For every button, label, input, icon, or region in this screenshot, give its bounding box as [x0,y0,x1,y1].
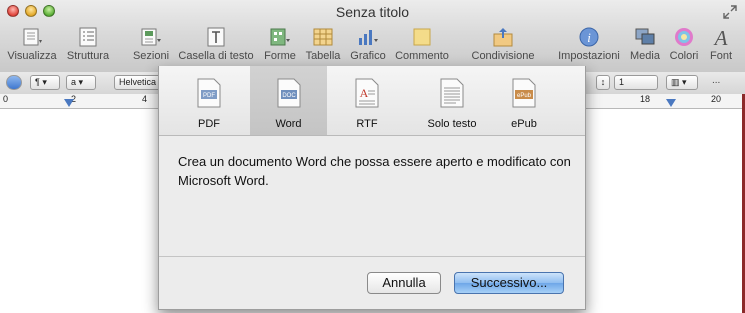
shapes-icon [270,28,290,46]
format-plain-text[interactable]: Solo testo [407,66,497,135]
next-button[interactable]: Successivo... [454,272,564,294]
word-document-icon: DOC [277,78,300,108]
more-format-button[interactable]: ... [712,75,720,86]
svg-text:i: i [587,30,591,45]
window-title: Senza titolo [335,4,410,20]
textbox-icon [207,27,225,47]
toolbar-share-button[interactable]: Condivisione [470,26,536,62]
toolbar-outline-button[interactable]: Struttura [64,26,112,62]
table-icon [313,28,333,46]
format-rtf[interactable]: A RTF [327,66,407,135]
title-bar: Senza titolo Visualizza Struttura Sezion… [0,0,745,73]
comment-icon [413,28,431,46]
line-spacing-icon[interactable]: ↕ [596,75,610,90]
sheet-divider [159,256,585,257]
toolbar-fonts-button[interactable]: A Font [706,26,736,62]
toolbar-table-button[interactable]: Tabella [304,26,342,62]
outline-icon [79,27,97,47]
paragraph-style-popup[interactable]: ¶ ▾ [30,75,60,90]
toolbar-chart-button[interactable]: Grafico [348,26,388,62]
svg-text:DOC: DOC [282,93,296,99]
toolbar-colors-button[interactable]: Colori [668,26,700,62]
rtf-document-icon: A [355,78,379,108]
epub-document-icon: ePub [512,78,536,108]
columns-popup[interactable]: ▥ ▾ [666,75,698,90]
info-icon: i [579,27,599,47]
toolbar-shapes-button[interactable]: Forme [262,26,298,62]
character-style-popup[interactable]: a ▾ [66,75,96,90]
pdf-document-icon: PDF [197,78,221,108]
export-format-selector: PDF PDF DOC Word A RTF Solo testo ePub e… [159,66,585,136]
toolbar-textbox-button[interactable]: Casella di testo [176,26,256,62]
format-description: Crea un documento Word che possa essere … [178,154,571,188]
toolbar-comment-button[interactable]: Commento [394,26,450,62]
plain-text-document-icon [440,78,464,108]
toolbar-sections-button[interactable]: Sezioni [130,26,172,62]
svg-text:PDF: PDF [203,93,215,99]
toolbar-view-button[interactable]: Visualizza [6,26,58,62]
font-icon: A [713,26,728,48]
sections-icon [141,28,161,46]
toolbar-media-button[interactable]: Media [628,26,662,62]
svg-text:A: A [360,86,369,100]
styles-drawer-button[interactable] [6,75,22,90]
line-spacing-stepper[interactable]: 1 [614,75,658,90]
media-icon [635,28,655,45]
pages-window: Senza titolo Visualizza Struttura Sezion… [0,0,745,313]
fullscreen-icon[interactable] [723,5,737,19]
export-sheet: PDF PDF DOC Word A RTF Solo testo ePub e… [158,66,586,310]
toolbar: Visualizza Struttura Sezioni Casella di … [0,26,745,68]
chart-icon [359,30,378,45]
svg-text:A: A [713,26,728,48]
left-indent-marker-icon[interactable] [64,99,74,107]
format-pdf[interactable]: PDF PDF [159,66,259,135]
view-icon [23,28,42,46]
right-indent-marker-icon[interactable] [666,99,676,107]
share-icon [493,28,513,47]
colors-icon [675,28,693,46]
format-epub[interactable]: ePub ePub [489,66,559,135]
format-word[interactable]: DOC Word [250,66,327,135]
cancel-button[interactable]: Annulla [367,272,441,294]
toolbar-inspector-button[interactable]: i Impostazioni [556,26,622,62]
svg-text:ePub: ePub [517,93,532,99]
